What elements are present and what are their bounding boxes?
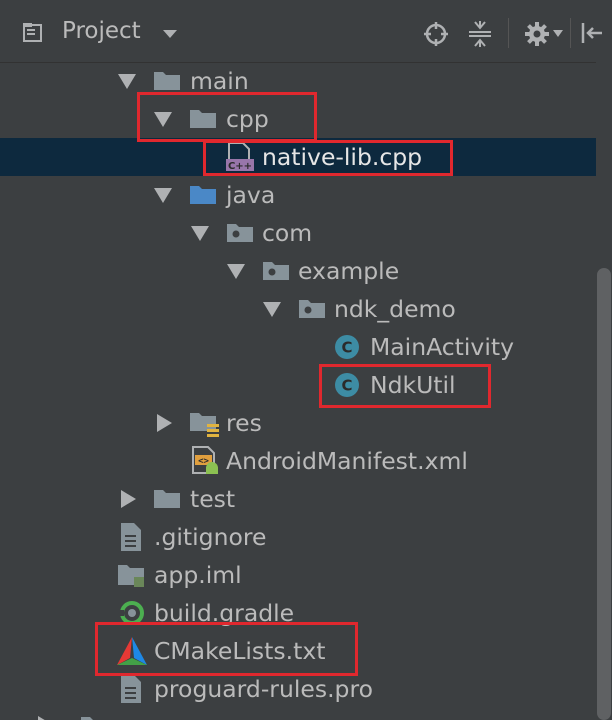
locate-icon[interactable] — [423, 21, 449, 47]
package-icon — [227, 224, 253, 242]
hide-panel-icon[interactable] — [580, 21, 604, 45]
expand-arrow-icon[interactable] — [263, 302, 281, 317]
dropdown-caret-icon[interactable] — [162, 29, 178, 39]
tree-item-gitignore[interactable]: .gitignore — [0, 518, 596, 556]
source-folder-icon — [190, 186, 216, 204]
tree-item-label: .gitignore — [154, 523, 267, 551]
expand-arrow-icon[interactable] — [154, 188, 172, 203]
manifest-file-icon: <> — [192, 446, 218, 474]
tree-item-build-gradle[interactable]: build.gradle — [0, 594, 596, 632]
tree-item-ndk-demo[interactable]: ndk_demo — [0, 290, 596, 328]
expand-arrow-icon[interactable] — [154, 112, 172, 127]
settings-icon[interactable] — [524, 20, 552, 48]
tree-item-ndkutil[interactable]: C NdkUtil — [0, 366, 596, 404]
tree-item-label: cpp — [226, 105, 269, 133]
tree-item-label: java — [226, 181, 276, 209]
tree-item-mainactivity[interactable]: C MainActivity — [0, 328, 596, 366]
tree-item-label: ndk_demo — [334, 295, 456, 323]
collapse-arrow-icon[interactable] — [121, 490, 136, 508]
tree-item-label: test — [190, 485, 236, 513]
tree-item-test[interactable]: test — [0, 480, 596, 518]
svg-text:C: C — [341, 339, 352, 357]
collapse-arrow-icon — [38, 716, 53, 720]
tree-item-com[interactable]: com — [0, 214, 596, 252]
tree-item-cmakelists[interactable]: CMakeLists.txt — [0, 632, 596, 670]
tree-item-label: com — [262, 219, 313, 247]
tree-item-res[interactable]: res — [0, 404, 596, 442]
module-file-icon — [118, 565, 144, 587]
class-icon: C — [335, 373, 359, 397]
class-icon: C — [335, 335, 359, 359]
tree-item-main[interactable]: main — [0, 62, 596, 100]
project-tree: main cpp C++ native-lib.cpp java com exa… — [0, 62, 596, 720]
tree-item-label: CMakeLists.txt — [154, 637, 326, 665]
expand-arrow-icon[interactable] — [118, 74, 136, 89]
folder-icon — [81, 717, 107, 720]
tree-item-app-iml[interactable]: app.iml — [0, 556, 596, 594]
svg-text:C++: C++ — [228, 161, 252, 172]
tree-item-label: example — [298, 257, 400, 285]
project-view-title[interactable]: Project — [62, 18, 141, 44]
tree-item-example[interactable]: example — [0, 252, 596, 290]
tree-item-label: AndroidManifest.xml — [226, 447, 468, 475]
tree-item-proguard-rules[interactable]: proguard-rules.pro — [0, 670, 596, 708]
resource-folder-icon — [190, 413, 219, 437]
tree-item-label: MainActivity — [370, 333, 514, 361]
tree-item-label: NdkUtil — [370, 371, 456, 399]
tree-item-cpp[interactable]: cpp — [0, 100, 596, 138]
folder-icon — [190, 110, 216, 128]
tree-item-label: main — [190, 67, 249, 95]
expand-arrow-icon[interactable] — [227, 264, 245, 279]
tree-item-label: res — [226, 409, 262, 437]
gradle-file-icon — [118, 601, 144, 625]
tree-item-java[interactable]: java — [0, 176, 596, 214]
tree-item-partial — [0, 708, 596, 720]
svg-text:C: C — [341, 377, 352, 395]
settings-caret-icon[interactable] — [553, 30, 563, 38]
package-icon — [299, 300, 325, 318]
toolbar-divider-2 — [570, 18, 571, 48]
tree-item-androidmanifest[interactable]: <> AndroidManifest.xml — [0, 442, 596, 480]
package-icon — [263, 262, 289, 280]
project-view-icon[interactable] — [22, 21, 46, 45]
project-panel-header: Project — [0, 0, 612, 63]
collapse-arrow-icon[interactable] — [157, 414, 172, 432]
cmake-file-icon — [117, 637, 147, 665]
toolbar-divider — [508, 18, 509, 48]
collapse-all-icon[interactable] — [467, 20, 493, 48]
text-file-icon — [121, 523, 141, 551]
cpp-file-icon: C++ — [226, 142, 254, 172]
folder-icon — [154, 72, 180, 90]
folder-icon — [154, 490, 180, 508]
tree-item-label: native-lib.cpp — [262, 143, 423, 171]
expand-arrow-icon[interactable] — [191, 226, 209, 241]
tree-item-label: proguard-rules.pro — [154, 675, 373, 703]
scrollbar-thumb[interactable] — [597, 268, 611, 720]
tree-item-native-lib-cpp[interactable]: C++ native-lib.cpp — [0, 138, 596, 176]
text-file-icon — [121, 675, 141, 703]
tree-item-label: build.gradle — [154, 599, 295, 627]
tree-item-label: app.iml — [154, 561, 242, 589]
